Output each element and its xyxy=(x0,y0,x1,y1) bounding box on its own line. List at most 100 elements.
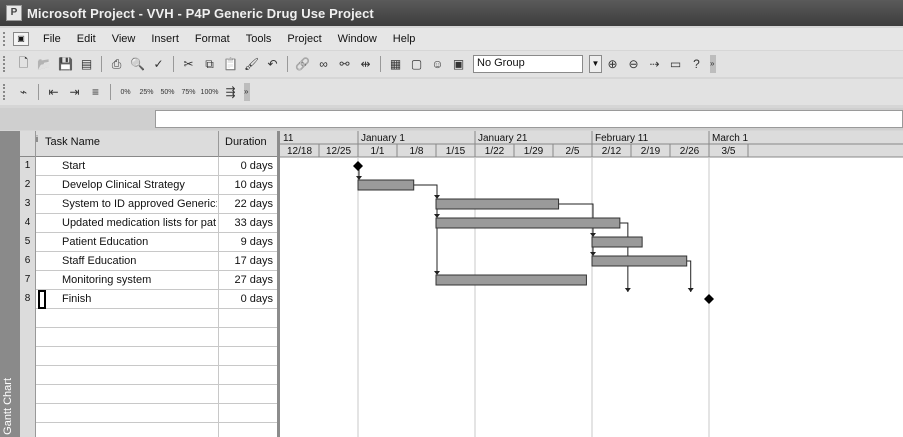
table-row[interactable]: 8 Finish 0 days xyxy=(20,290,277,309)
menu-format[interactable]: Format xyxy=(187,33,238,45)
empty-row[interactable] xyxy=(20,423,277,437)
row-id[interactable]: 6 xyxy=(20,252,36,271)
task-name-cell[interactable]: Monitoring system xyxy=(62,274,217,286)
unlink-tasks-icon[interactable]: ⚯ xyxy=(335,55,354,73)
copy-picture-icon[interactable]: ▭ xyxy=(666,55,685,73)
task-name-cell[interactable]: Develop Clinical Strategy xyxy=(62,179,217,191)
menu-edit[interactable]: Edit xyxy=(69,33,104,45)
project-app-icon[interactable]: P xyxy=(6,5,22,21)
empty-row[interactable] xyxy=(20,328,277,347)
format-painter-icon[interactable]: 🖌 xyxy=(242,55,261,73)
task-name-cell[interactable]: Updated medication lists for pat xyxy=(62,217,217,229)
menu-file[interactable]: File xyxy=(35,33,69,45)
menu-view[interactable]: View xyxy=(104,33,144,45)
toolbar-grip[interactable] xyxy=(3,84,9,100)
select-all-corner[interactable] xyxy=(20,131,36,157)
indicator-icon[interactable]: ⌁ xyxy=(14,83,33,101)
spelling-icon[interactable]: ✓ xyxy=(149,55,168,73)
table-row[interactable]: 4 Updated medication lists for pat 33 da… xyxy=(20,214,277,233)
percent-complete-25-icon[interactable]: 25% xyxy=(137,83,156,101)
permission-icon[interactable]: ▤ xyxy=(77,55,96,73)
row-id[interactable]: 8 xyxy=(20,290,36,309)
copy-icon[interactable]: ⧉ xyxy=(200,55,219,73)
show-subtasks-icon[interactable]: ≡ xyxy=(86,83,105,101)
row-id[interactable]: 4 xyxy=(20,214,36,233)
menu-window[interactable]: Window xyxy=(330,33,385,45)
empty-row[interactable] xyxy=(20,404,277,423)
toolbar-options-chevron-icon[interactable]: » xyxy=(244,83,250,101)
undo-icon[interactable]: ↶ xyxy=(263,55,282,73)
menu-tools[interactable]: Tools xyxy=(238,33,280,45)
task-information-icon[interactable]: ▦ xyxy=(386,55,405,73)
zoom-in-icon[interactable]: ⊕ xyxy=(603,55,622,73)
group-dropdown-arrow-icon[interactable]: ▼ xyxy=(589,55,602,73)
table-row[interactable]: 1 Start 0 days xyxy=(20,157,277,176)
duration-cell[interactable]: 9 days xyxy=(219,236,273,248)
indicators-column-header[interactable]: i xyxy=(36,134,38,144)
task-notes-icon[interactable]: ▢ xyxy=(407,55,426,73)
row-id[interactable]: 7 xyxy=(20,271,36,290)
cut-icon[interactable]: ✂ xyxy=(179,55,198,73)
table-row[interactable]: 2 Develop Clinical Strategy 10 days xyxy=(20,176,277,195)
empty-row[interactable] xyxy=(20,385,277,404)
percent-complete-100-icon[interactable]: 100% xyxy=(200,83,219,101)
percent-complete-75-icon[interactable]: 75% xyxy=(179,83,198,101)
duration-column-header[interactable]: Duration xyxy=(225,136,267,148)
outdent-icon[interactable]: ⇤ xyxy=(44,83,63,101)
percent-complete-0-icon[interactable]: 0% xyxy=(116,83,135,101)
zoom-out-icon[interactable]: ⊖ xyxy=(624,55,643,73)
table-row[interactable]: 7 Monitoring system 27 days xyxy=(20,271,277,290)
row-id[interactable]: 2 xyxy=(20,176,36,195)
hyperlink-icon[interactable]: 🔗 xyxy=(293,55,312,73)
print-icon[interactable]: ⎙ xyxy=(107,55,126,73)
duration-cell[interactable]: 22 days xyxy=(219,198,273,210)
duration-cell[interactable]: 0 days xyxy=(219,293,273,305)
empty-row[interactable] xyxy=(20,347,277,366)
assign-resources-icon[interactable]: ☺ xyxy=(428,55,447,73)
toolbar-grip[interactable] xyxy=(3,56,9,72)
scroll-to-task-icon[interactable]: ⇢ xyxy=(645,55,664,73)
menu-help[interactable]: Help xyxy=(385,33,424,45)
task-name-cell[interactable]: Patient Education xyxy=(62,236,217,248)
open-icon[interactable]: 📂 xyxy=(35,55,54,73)
row-id[interactable]: 3 xyxy=(20,195,36,214)
entry-field[interactable] xyxy=(155,110,903,128)
print-preview-icon[interactable]: 🔍 xyxy=(128,55,147,73)
duration-cell[interactable]: 0 days xyxy=(219,160,273,172)
link-tasks-icon[interactable]: ∞ xyxy=(314,55,333,73)
row-id[interactable] xyxy=(20,347,36,366)
save-icon[interactable]: 💾 xyxy=(56,55,75,73)
menubar-grip[interactable] xyxy=(3,32,9,46)
group-by-select[interactable]: No Group xyxy=(473,55,583,73)
update-tasks-icon[interactable]: ⇶ xyxy=(221,83,240,101)
duration-cell[interactable]: 33 days xyxy=(219,217,273,229)
indent-icon[interactable]: ⇥ xyxy=(65,83,84,101)
paste-icon[interactable]: 📋 xyxy=(221,55,240,73)
publish-icon[interactable]: ▣ xyxy=(449,55,468,73)
task-name-cell[interactable]: Start xyxy=(62,160,217,172)
task-name-cell[interactable]: Finish xyxy=(62,293,217,305)
task-name-cell[interactable]: System to ID approved Generic: xyxy=(62,198,217,210)
empty-row[interactable] xyxy=(20,366,277,385)
task-name-cell[interactable]: Staff Education xyxy=(62,255,217,267)
toolbar-options-chevron-icon[interactable]: » xyxy=(710,55,716,73)
duration-cell[interactable]: 17 days xyxy=(219,255,273,267)
document-control-icon[interactable]: ▣ xyxy=(13,32,29,46)
row-id[interactable] xyxy=(20,309,36,328)
row-id[interactable] xyxy=(20,385,36,404)
table-row[interactable]: 6 Staff Education 17 days xyxy=(20,252,277,271)
help-icon[interactable]: ? xyxy=(687,55,706,73)
row-id[interactable] xyxy=(20,404,36,423)
table-row[interactable]: 5 Patient Education 9 days xyxy=(20,233,277,252)
percent-complete-50-icon[interactable]: 50% xyxy=(158,83,177,101)
menu-project[interactable]: Project xyxy=(279,33,329,45)
gantt-chart[interactable]: 11 January 1 January 21 February 11 March 1 … xyxy=(280,131,903,437)
menu-insert[interactable]: Insert xyxy=(143,33,187,45)
split-task-icon[interactable]: ⇹ xyxy=(356,55,375,73)
row-id[interactable]: 5 xyxy=(20,233,36,252)
row-id[interactable] xyxy=(20,423,36,437)
row-id[interactable] xyxy=(20,328,36,347)
duration-cell[interactable]: 27 days xyxy=(219,274,273,286)
table-row[interactable]: 3 System to ID approved Generic: 22 days xyxy=(20,195,277,214)
row-id[interactable]: 1 xyxy=(20,157,36,176)
